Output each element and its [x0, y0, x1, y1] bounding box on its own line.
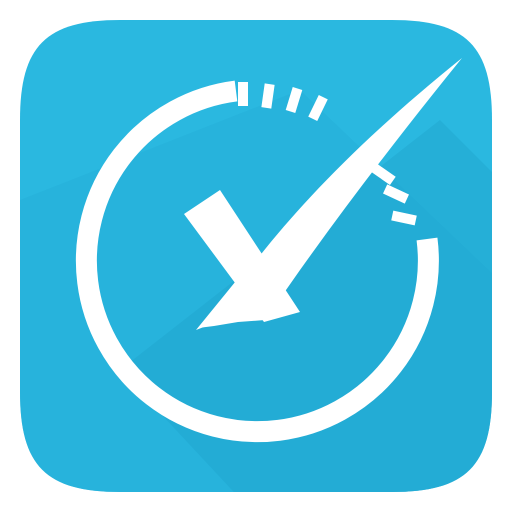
app-icon-stage [0, 0, 512, 512]
timer-checkmark-app-icon [20, 20, 492, 492]
